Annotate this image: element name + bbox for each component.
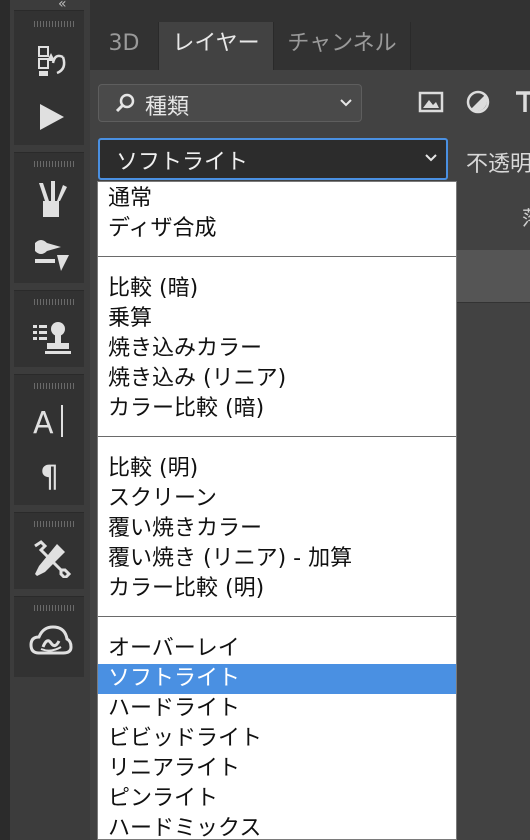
tool-strip: « A ¶ — [0, 0, 90, 840]
menu-item-lighten[interactable]: 比較 (明) — [98, 454, 456, 484]
layer-row[interactable] — [450, 250, 530, 302]
menu-item-color-burn[interactable]: 焼き込みカラー — [98, 334, 456, 364]
menu-item-screen[interactable]: スクリーン — [98, 484, 456, 514]
menu-item-lighter-color[interactable]: カラー比較 (明) — [98, 574, 456, 604]
tool-settings-icon[interactable] — [26, 537, 76, 581]
chevron-down-icon — [340, 99, 352, 107]
blend-mode-menu: 通常 ディザ合成 比較 (暗) 乗算 焼き込みカラー 焼き込み (リニア) カラ… — [97, 181, 457, 840]
panel-tabbar: 3D レイヤー チャンネル — [90, 0, 530, 70]
paragraph-icon[interactable]: ¶ — [26, 453, 76, 497]
layer-divider — [450, 302, 530, 303]
opacity-label: 不透明 — [466, 152, 530, 177]
menu-item-pin-light[interactable]: ピンライト — [98, 784, 456, 814]
tool-group-brushes — [14, 152, 84, 283]
menu-item-darker-color[interactable]: カラー比較 (暗) — [98, 394, 456, 424]
menu-item-overlay[interactable]: オーバーレイ — [98, 634, 456, 664]
type-filter-icon[interactable] — [514, 90, 530, 114]
menu-item-linear-burn[interactable]: 焼き込み (リニア) — [98, 364, 456, 394]
tab-divider — [410, 22, 411, 70]
menu-item-darken[interactable]: 比較 (暗) — [98, 274, 456, 304]
character-icon[interactable]: A — [26, 399, 76, 443]
filter-kind-label: 種類 — [145, 95, 190, 120]
panel-grip[interactable] — [34, 299, 74, 305]
clone-source-icon[interactable] — [26, 315, 76, 359]
menu-item-dissolve[interactable]: ディザ合成 — [98, 214, 456, 244]
panel-grip[interactable] — [34, 21, 74, 27]
chevron-down-icon — [425, 154, 437, 162]
tool-group-clone — [14, 290, 84, 367]
menu-item-linear-light[interactable]: リニアライト — [98, 754, 456, 784]
tab-layers[interactable]: レイヤー — [159, 22, 273, 70]
adjustment-filter-icon[interactable] — [466, 90, 490, 114]
filter-kind-select[interactable]: 種類 — [98, 84, 362, 122]
strip-edge — [0, 0, 10, 840]
blend-mode-select[interactable]: ソフトライト — [98, 138, 448, 180]
menu-item-linear-dodge[interactable]: 覆い焼き (リニア) - 加算 — [98, 544, 456, 574]
panel-grip[interactable] — [34, 383, 74, 389]
menu-item-hard-mix[interactable]: ハードミックス — [98, 814, 456, 839]
search-icon — [115, 93, 135, 113]
menu-separator — [98, 436, 456, 437]
tool-group-type: A ¶ — [14, 374, 84, 505]
image-filter-icon[interactable] — [418, 90, 444, 114]
history-brush-icon[interactable] — [26, 39, 76, 83]
menu-separator — [98, 256, 456, 257]
svg-text:A: A — [33, 406, 54, 439]
tab-3d[interactable]: 3D — [90, 22, 158, 70]
menu-separator — [98, 616, 456, 617]
brushes-icon[interactable] — [26, 177, 76, 221]
creative-cloud-icon[interactable] — [26, 619, 76, 663]
tool-group-cc — [14, 596, 84, 677]
tab-channels[interactable]: チャンネル — [274, 22, 410, 70]
layer-lock-label: 落 — [522, 202, 530, 231]
panel-grip[interactable] — [34, 161, 74, 167]
panel-grip[interactable] — [34, 605, 74, 611]
play-icon[interactable] — [26, 95, 76, 139]
menu-item-color-dodge[interactable]: 覆い焼きカラー — [98, 514, 456, 544]
menu-item-hard-light[interactable]: ハードライト — [98, 694, 456, 724]
tool-presets-icon[interactable] — [26, 233, 76, 277]
menu-item-multiply[interactable]: 乗算 — [98, 304, 456, 334]
menu-item-vivid-light[interactable]: ビビッドライト — [98, 724, 456, 754]
panel-grip[interactable] — [34, 521, 74, 527]
tool-group-history — [14, 10, 84, 145]
blend-row: ソフトライト 不透明 — [90, 134, 530, 184]
tool-group-settings — [14, 512, 84, 589]
filter-row: 種類 — [90, 70, 530, 134]
svg-text:¶: ¶ — [40, 460, 59, 493]
menu-item-soft-light[interactable]: ソフトライト — [98, 664, 456, 694]
blend-mode-value: ソフトライト — [116, 150, 249, 175]
menu-item-normal[interactable]: 通常 — [98, 184, 456, 214]
